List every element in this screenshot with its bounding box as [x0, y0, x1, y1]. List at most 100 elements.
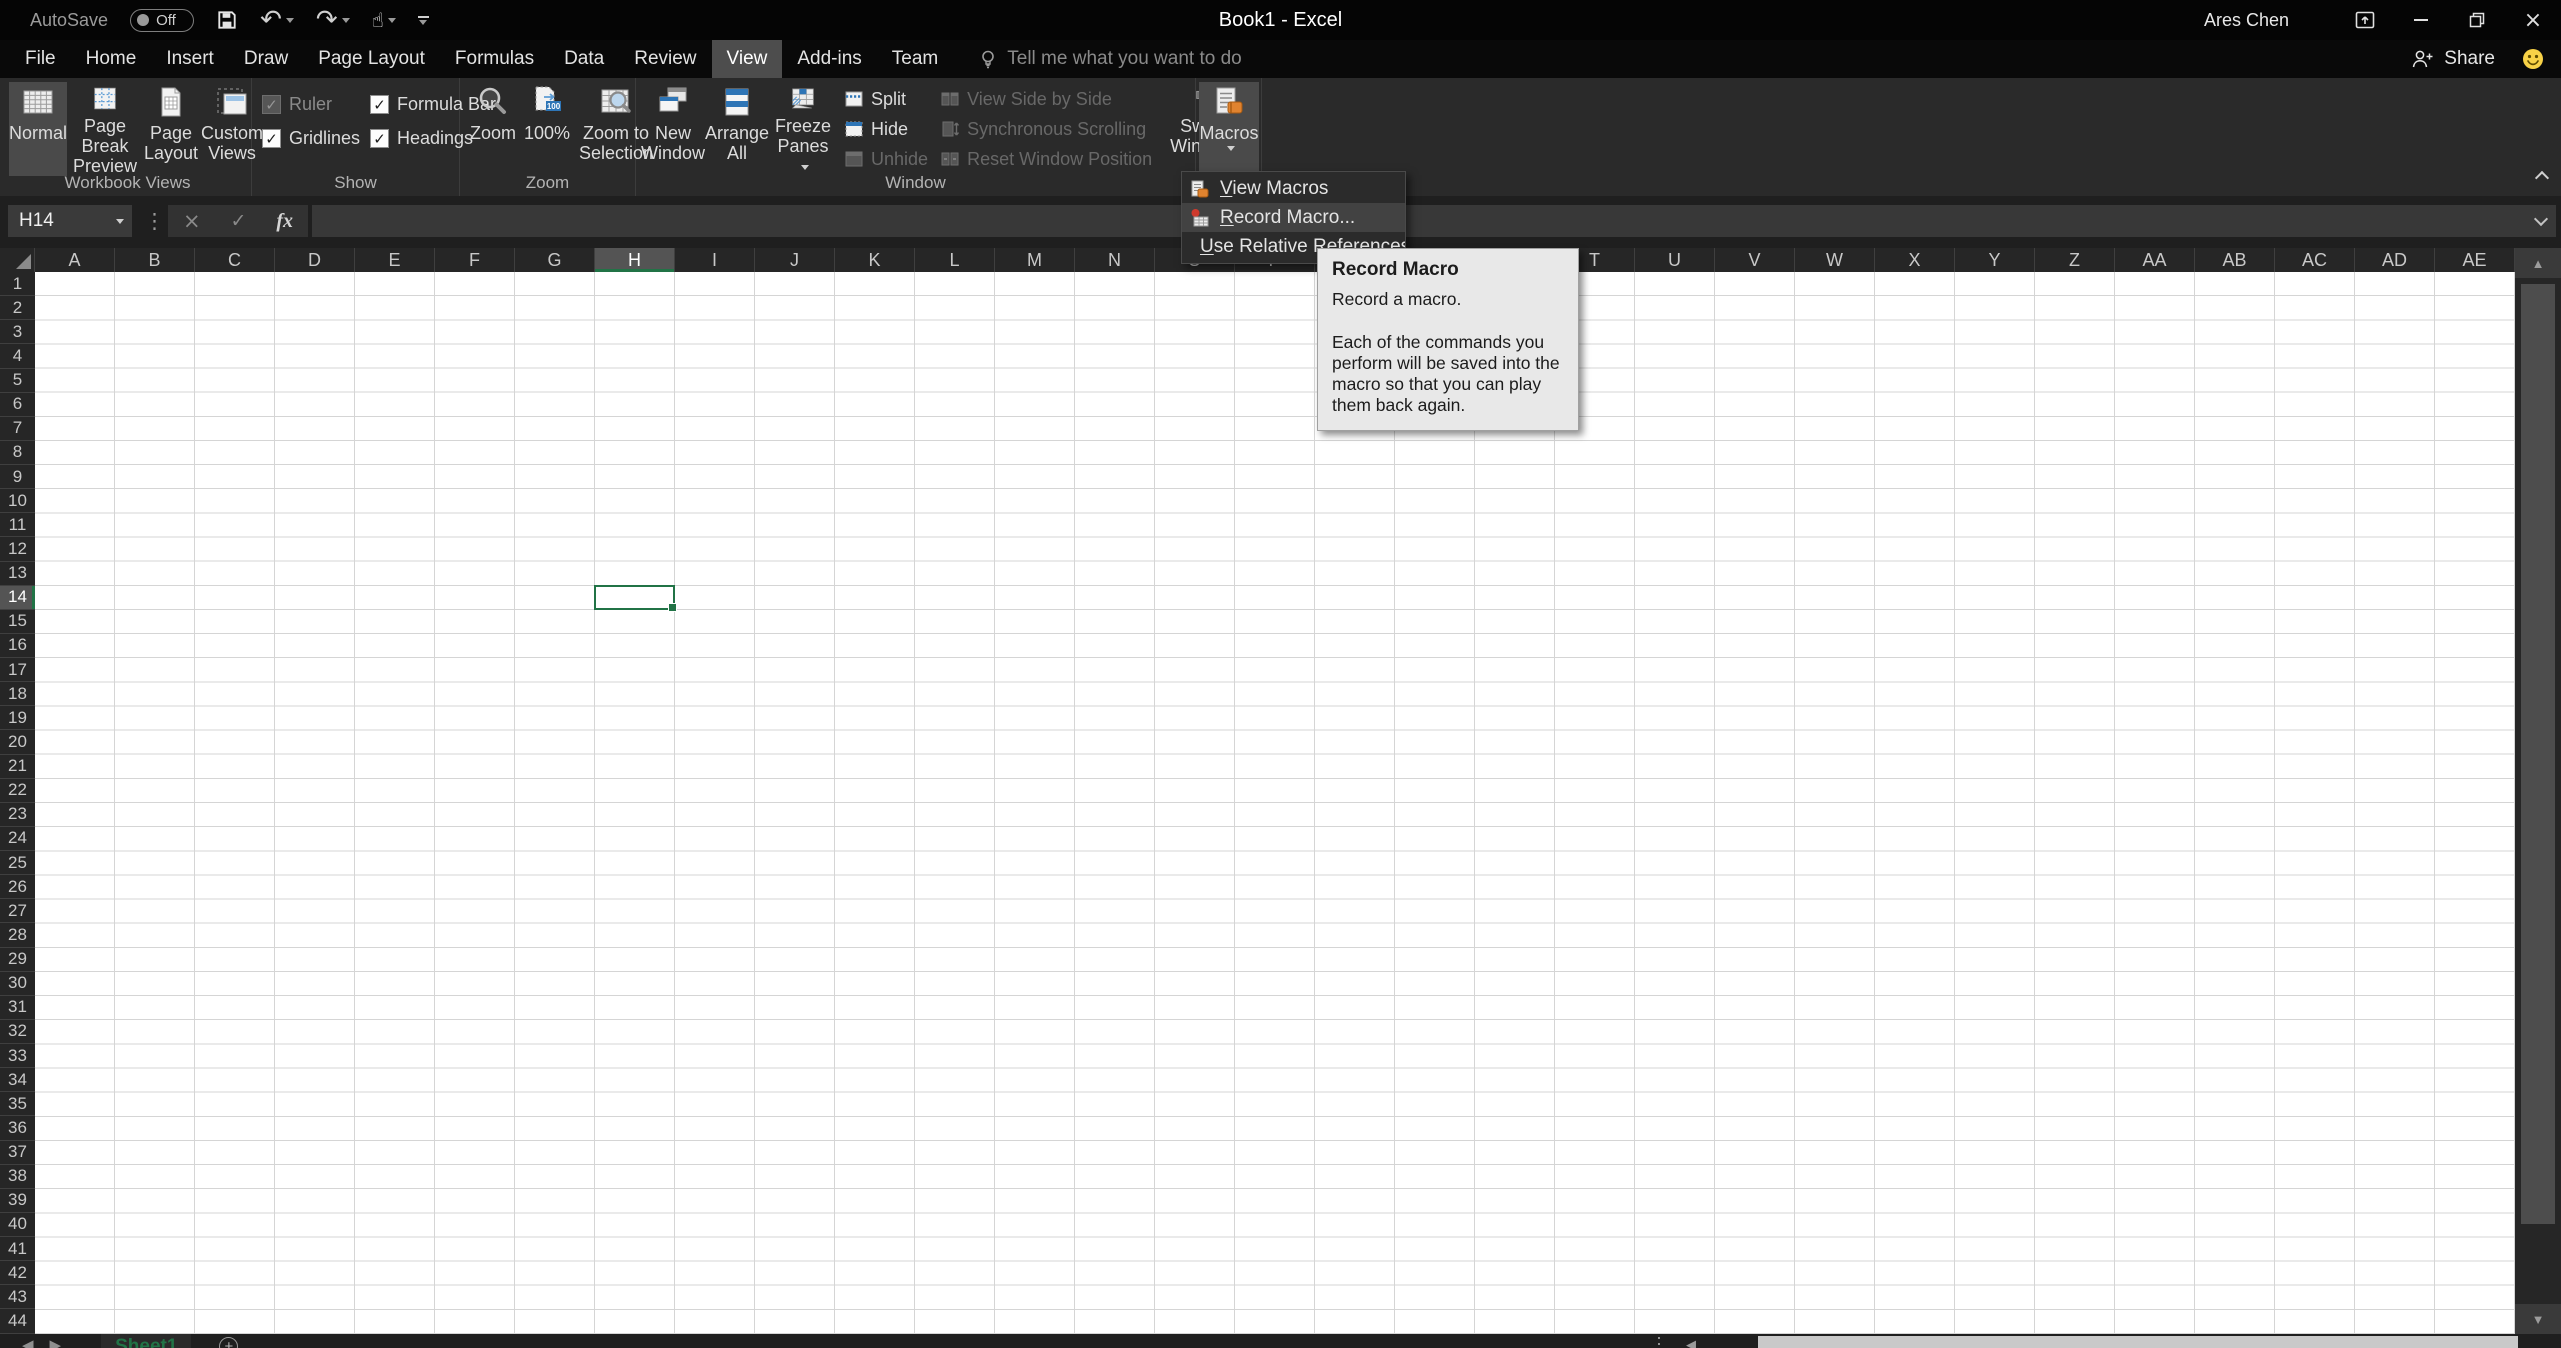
- vertical-scrollbar-thumb[interactable]: [2521, 284, 2555, 1224]
- column-header-L[interactable]: L: [915, 248, 995, 272]
- name-box[interactable]: H14: [8, 205, 132, 237]
- vertical-scrollbar[interactable]: ▲ ▼: [2515, 248, 2561, 1334]
- row-header-30[interactable]: 30: [0, 972, 35, 996]
- column-header-Y[interactable]: Y: [1955, 248, 2035, 272]
- row-header-15[interactable]: 15: [0, 610, 35, 634]
- redo-dropdown-icon[interactable]: [341, 17, 350, 23]
- row-header-5[interactable]: 5: [0, 369, 35, 393]
- zoom-100-button[interactable]: 100 100%: [521, 82, 573, 176]
- formula-bar-checkbox-box[interactable]: ✓: [370, 95, 389, 114]
- name-box-dropdown-icon[interactable]: [116, 218, 124, 224]
- tab-file[interactable]: File: [10, 40, 71, 78]
- column-header-V[interactable]: V: [1715, 248, 1795, 272]
- row-header-43[interactable]: 43: [0, 1285, 35, 1310]
- freeze-panes-button[interactable]: Freeze Panes: [771, 82, 835, 176]
- column-header-Z[interactable]: Z: [2035, 248, 2115, 272]
- row-header-38[interactable]: 38: [0, 1165, 35, 1189]
- hide-button[interactable]: Hide: [844, 116, 928, 142]
- row-header-19[interactable]: 19: [0, 706, 35, 731]
- close-button[interactable]: ×: [2505, 0, 2561, 40]
- gridlines-checkbox[interactable]: ✓ Gridlines: [262, 128, 370, 149]
- row-header-33[interactable]: 33: [0, 1044, 35, 1069]
- row-header-4[interactable]: 4: [0, 344, 35, 369]
- row-header-29[interactable]: 29: [0, 948, 35, 972]
- tab-home[interactable]: Home: [71, 40, 152, 78]
- row-header-1[interactable]: 1: [0, 272, 35, 297]
- row-header-36[interactable]: 36: [0, 1116, 35, 1141]
- column-header-W[interactable]: W: [1795, 248, 1875, 272]
- tab-view[interactable]: View: [711, 40, 783, 78]
- column-header-M[interactable]: M: [995, 248, 1075, 272]
- scroll-up-button[interactable]: ▲: [2515, 248, 2561, 278]
- row-header-41[interactable]: 41: [0, 1237, 35, 1262]
- tab-bar-resize-dots[interactable]: ⋮: [1650, 1334, 1668, 1348]
- row-header-27[interactable]: 27: [0, 899, 35, 924]
- row-header-24[interactable]: 24: [0, 827, 35, 851]
- sheet-nav-right-icon[interactable]: ▶: [50, 1336, 62, 1348]
- account-user-name[interactable]: Ares Chen: [2204, 10, 2289, 31]
- tab-team[interactable]: Team: [877, 40, 953, 78]
- new-sheet-button[interactable]: +: [219, 1337, 239, 1348]
- column-header-E[interactable]: E: [355, 248, 435, 272]
- tab-insert[interactable]: Insert: [151, 40, 229, 78]
- column-header-K[interactable]: K: [835, 248, 915, 272]
- row-header-2[interactable]: 2: [0, 296, 35, 321]
- share-button[interactable]: Share: [2411, 48, 2495, 70]
- column-header-U[interactable]: U: [1635, 248, 1715, 272]
- autosave-toggle[interactable]: Off: [130, 8, 195, 32]
- row-header-16[interactable]: 16: [0, 634, 35, 658]
- row-header-11[interactable]: 11: [0, 513, 35, 538]
- customize-qat-button[interactable]: [417, 15, 429, 25]
- menu-item-record-macro[interactable]: Record Macro...: [1182, 203, 1405, 232]
- headings-checkbox-box[interactable]: ✓: [370, 129, 389, 148]
- column-header-X[interactable]: X: [1875, 248, 1955, 272]
- tab-data[interactable]: Data: [549, 40, 619, 78]
- selected-cell[interactable]: [594, 584, 677, 612]
- row-header-40[interactable]: 40: [0, 1213, 35, 1237]
- row-header-14[interactable]: 14: [0, 585, 35, 610]
- column-header-G[interactable]: G: [515, 248, 595, 272]
- column-header-AC[interactable]: AC: [2275, 248, 2355, 272]
- row-header-21[interactable]: 21: [0, 755, 35, 779]
- formula-bar-resize-dots[interactable]: ⋮: [144, 205, 165, 237]
- worksheet-grid[interactable]: [35, 272, 2515, 1334]
- arrange-all-button[interactable]: Arrange All: [705, 82, 769, 176]
- tab-formulas[interactable]: Formulas: [440, 40, 549, 78]
- row-header-34[interactable]: 34: [0, 1068, 35, 1093]
- column-header-H[interactable]: H: [595, 248, 675, 272]
- row-header-3[interactable]: 3: [0, 320, 35, 345]
- undo-dropdown-icon[interactable]: [285, 17, 294, 23]
- undo-button[interactable]: ↶: [260, 7, 294, 33]
- row-header-13[interactable]: 13: [0, 562, 35, 586]
- tab-review[interactable]: Review: [619, 40, 711, 78]
- confirm-entry-button[interactable]: ✓: [230, 210, 246, 232]
- gridlines-checkbox-box[interactable]: ✓: [262, 129, 281, 148]
- row-header-35[interactable]: 35: [0, 1092, 35, 1117]
- column-header-AA[interactable]: AA: [2115, 248, 2195, 272]
- tell-me-box[interactable]: Tell me what you want to do: [979, 40, 1242, 78]
- minimize-button[interactable]: [2393, 0, 2449, 40]
- formula-input[interactable]: [312, 205, 2556, 237]
- row-header-32[interactable]: 32: [0, 1020, 35, 1044]
- row-header-25[interactable]: 25: [0, 851, 35, 876]
- row-header-37[interactable]: 37: [0, 1141, 35, 1165]
- ribbon-display-options-button[interactable]: [2337, 0, 2393, 40]
- column-header-N[interactable]: N: [1075, 248, 1155, 272]
- page-break-preview-button[interactable]: Page Break Preview: [69, 82, 141, 176]
- cancel-entry-button[interactable]: ×: [183, 209, 201, 233]
- row-header-6[interactable]: 6: [0, 393, 35, 417]
- touch-mode-dropdown-icon[interactable]: [387, 17, 396, 23]
- row-header-28[interactable]: 28: [0, 923, 35, 948]
- column-header-A[interactable]: A: [35, 248, 115, 272]
- zoom-button[interactable]: Zoom: [467, 82, 519, 176]
- sheet-nav-left-icon[interactable]: ◀: [22, 1336, 34, 1348]
- column-header-I[interactable]: I: [675, 248, 755, 272]
- restore-button[interactable]: [2449, 0, 2505, 40]
- row-header-26[interactable]: 26: [0, 875, 35, 900]
- scroll-down-button[interactable]: ▼: [2515, 1304, 2561, 1334]
- save-button[interactable]: [216, 9, 238, 31]
- row-header-39[interactable]: 39: [0, 1189, 35, 1213]
- row-header-8[interactable]: 8: [0, 441, 35, 465]
- row-header-12[interactable]: 12: [0, 537, 35, 562]
- select-all-button[interactable]: [0, 248, 35, 272]
